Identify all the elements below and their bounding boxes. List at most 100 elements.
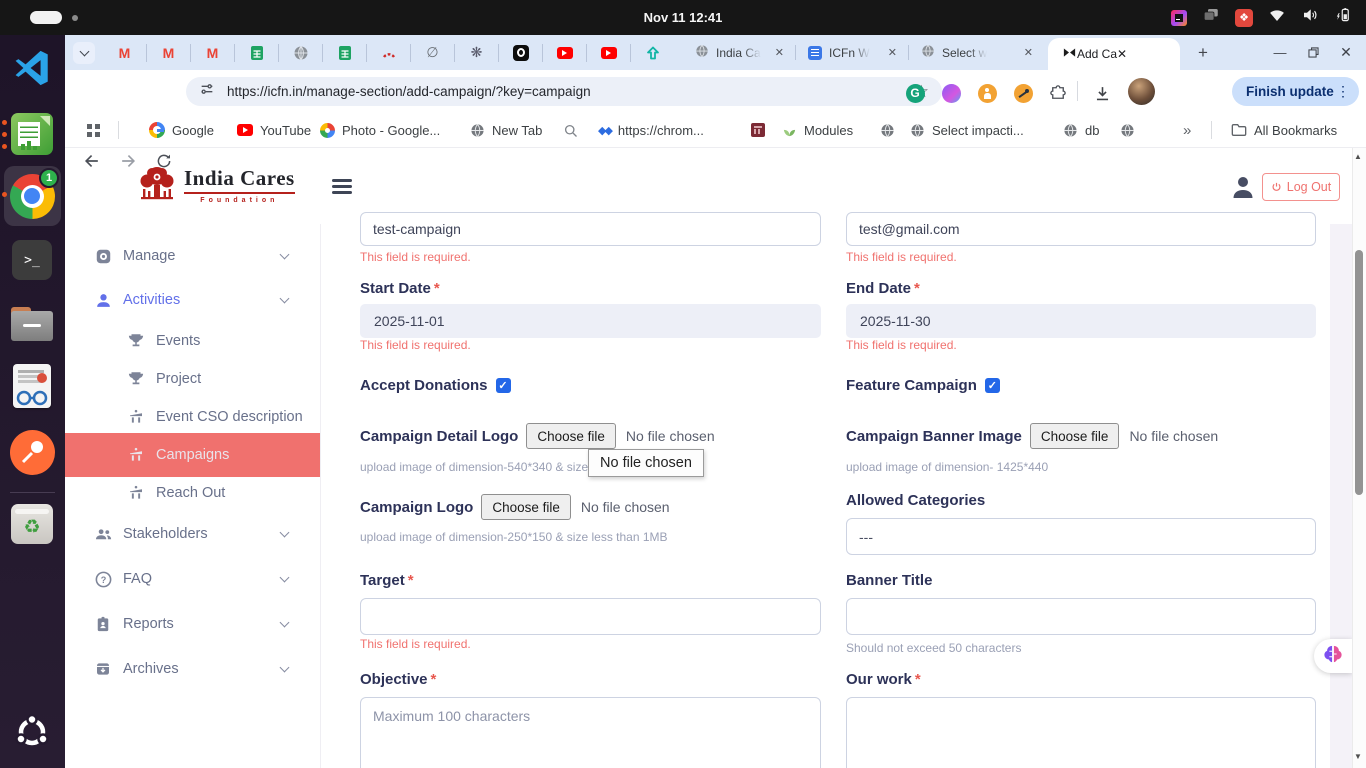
- bookmark-chrom-link[interactable]: ◆◆https://chrom...: [598, 112, 704, 148]
- our-work-textarea[interactable]: [846, 697, 1316, 768]
- start-date-input[interactable]: [360, 304, 821, 338]
- sidebar-item-archives[interactable]: Archives: [65, 651, 320, 687]
- dock-terminal-icon[interactable]: >_: [8, 236, 56, 284]
- extensions-puzzle-icon[interactable]: [1046, 81, 1070, 105]
- allowed-categories-select[interactable]: ---: [846, 518, 1316, 555]
- screen-share-icon[interactable]: ❖: [1235, 9, 1253, 27]
- dock-ubuntu-launcher-icon[interactable]: [8, 708, 56, 756]
- chat-icon[interactable]: [1202, 6, 1220, 29]
- orange-compass-extension-icon[interactable]: [1011, 81, 1035, 105]
- assistant-floating-button[interactable]: [1314, 639, 1352, 673]
- address-bar[interactable]: https://icfn.in/manage-section/add-campa…: [186, 77, 942, 106]
- volume-icon[interactable]: [1301, 6, 1319, 29]
- choose-file-button[interactable]: Choose file: [481, 494, 571, 520]
- bookmark-google[interactable]: Google: [149, 112, 214, 148]
- pinned-tab-youtube-icon[interactable]: [543, 44, 587, 62]
- user-profile-icon[interactable]: [1231, 174, 1255, 205]
- finish-update-button[interactable]: Finish update ⋮: [1232, 77, 1359, 106]
- tab-close-icon[interactable]: ✕: [775, 46, 784, 59]
- window-minimize-button[interactable]: —: [1268, 40, 1292, 64]
- bookmark-youtube[interactable]: YouTube: [237, 112, 311, 148]
- dock-postman-icon[interactable]: [8, 428, 56, 476]
- jetbrains-toolbox-icon[interactable]: [1171, 10, 1187, 26]
- pinned-tab-dark-o-icon[interactable]: [499, 44, 543, 62]
- campaign-email-input[interactable]: [846, 212, 1316, 246]
- tab-search-chevron-button[interactable]: [73, 42, 95, 64]
- window-close-button[interactable]: ✕: [1334, 40, 1358, 64]
- bookmarks-overflow-chevron[interactable]: »: [1183, 112, 1191, 148]
- brain-extension-icon[interactable]: [939, 81, 963, 105]
- tab-add-campaign-active[interactable]: Add Ca ✕: [1048, 38, 1180, 70]
- accept-donations-checkbox[interactable]: ✓: [496, 378, 511, 393]
- orange-person-extension-icon[interactable]: [975, 81, 999, 105]
- pinned-tab-gmail-icon[interactable]: M: [147, 44, 191, 62]
- window-restore-button[interactable]: [1301, 40, 1325, 64]
- bookmark-select-impacting[interactable]: Select impacti...: [910, 112, 1024, 148]
- sidebar-item-campaigns-active[interactable]: Campaigns: [65, 433, 320, 477]
- choose-file-button[interactable]: Choose file: [1030, 423, 1120, 449]
- dock-vscode-icon[interactable]: [8, 44, 56, 92]
- browser-menu-dots-icon[interactable]: ⋮: [1336, 83, 1350, 100]
- bookmark-search-icon[interactable]: [563, 112, 578, 148]
- tab-close-icon[interactable]: ✕: [1117, 47, 1127, 61]
- bookmark-globe[interactable]: [880, 112, 895, 148]
- pinned-tab-globe-icon[interactable]: [279, 44, 323, 62]
- target-input[interactable]: [360, 598, 821, 635]
- bookmark-globe[interactable]: [1120, 112, 1135, 148]
- dock-files-icon[interactable]: [8, 300, 56, 348]
- url-text[interactable]: https://icfn.in/manage-section/add-campa…: [227, 84, 914, 99]
- india-cares-logo[interactable]: India Cares Foundation: [184, 166, 295, 204]
- scrollbar-down-arrow[interactable]: ▼: [1354, 752, 1362, 761]
- dock-chrome-icon[interactable]: 1: [8, 172, 56, 220]
- grammarly-extension-icon[interactable]: G: [903, 81, 927, 105]
- end-date-input[interactable]: [846, 304, 1316, 338]
- banner-title-input[interactable]: [846, 598, 1316, 635]
- sidebar-item-reports[interactable]: Reports: [65, 606, 320, 642]
- bookmark-new-tab[interactable]: New Tab: [470, 112, 542, 148]
- bookmark-modules[interactable]: Modules: [782, 112, 853, 148]
- sidebar-item-reach-out[interactable]: Reach Out: [65, 475, 320, 511]
- sidebar-item-manage[interactable]: Manage: [65, 238, 320, 274]
- back-button[interactable]: [80, 149, 104, 173]
- system-clock[interactable]: Nov 11 12:41: [0, 0, 1366, 35]
- sidebar-item-stakeholders[interactable]: Stakeholders: [65, 516, 320, 552]
- pinned-tab-sheets-icon[interactable]: [235, 44, 279, 62]
- pinned-tab-gmail-icon[interactable]: M: [103, 44, 147, 62]
- dock-document-viewer-icon[interactable]: [8, 362, 56, 410]
- pinned-tab-sheets-icon[interactable]: [323, 44, 367, 62]
- sidebar-item-activities[interactable]: Activities: [65, 282, 320, 318]
- objective-textarea[interactable]: [360, 697, 821, 768]
- bookmark-google-photos[interactable]: Photo - Google...: [320, 112, 440, 148]
- site-settings-icon[interactable]: [199, 81, 215, 102]
- pinned-tab-openai-icon[interactable]: ❋: [455, 44, 499, 62]
- page-scrollbar-thumb[interactable]: [1355, 250, 1363, 495]
- battery-icon[interactable]: [1334, 6, 1352, 29]
- choose-file-button[interactable]: Choose file: [526, 423, 616, 449]
- campaign-name-input[interactable]: [360, 212, 821, 246]
- dock-trash-icon[interactable]: ♻: [8, 500, 56, 548]
- sidebar-item-events[interactable]: Events: [65, 323, 320, 359]
- sidebar-item-event-cso-description[interactable]: Event CSO description: [65, 399, 320, 435]
- pinned-tab-empty-set-icon[interactable]: ∅: [411, 44, 455, 62]
- feature-campaign-checkbox[interactable]: ✓: [985, 378, 1000, 393]
- tab-india-cares[interactable]: India Ca ✕: [685, 35, 792, 70]
- wifi-icon[interactable]: [1268, 6, 1286, 29]
- pinned-tab-teal-arrow-icon[interactable]: [631, 44, 675, 62]
- tab-close-icon[interactable]: ✕: [888, 46, 897, 59]
- pinned-tab-gmail-icon[interactable]: M: [191, 44, 235, 62]
- pinned-tab-red-arc-icon[interactable]: [367, 44, 411, 62]
- scrollbar-up-arrow[interactable]: ▲: [1354, 152, 1362, 161]
- tab-close-icon[interactable]: ✕: [1024, 46, 1033, 59]
- logout-button[interactable]: Log Out: [1262, 173, 1340, 201]
- sidebar-item-project[interactable]: Project: [65, 361, 320, 397]
- sidebar-toggle-hamburger-icon[interactable]: [332, 179, 352, 194]
- tab-select[interactable]: Select w ✕: [911, 35, 1041, 70]
- all-bookmarks-button[interactable]: All Bookmarks: [1231, 112, 1337, 148]
- pinned-tab-youtube-icon[interactable]: [587, 44, 631, 62]
- bookmark-maroon-glyph[interactable]: [751, 112, 765, 148]
- new-tab-button[interactable]: +: [1192, 42, 1214, 64]
- downloads-icon[interactable]: [1090, 81, 1114, 105]
- sidebar-item-faq[interactable]: ? FAQ: [65, 561, 320, 597]
- bookmark-db[interactable]: db: [1063, 112, 1099, 148]
- apps-grid-icon[interactable]: [87, 112, 100, 148]
